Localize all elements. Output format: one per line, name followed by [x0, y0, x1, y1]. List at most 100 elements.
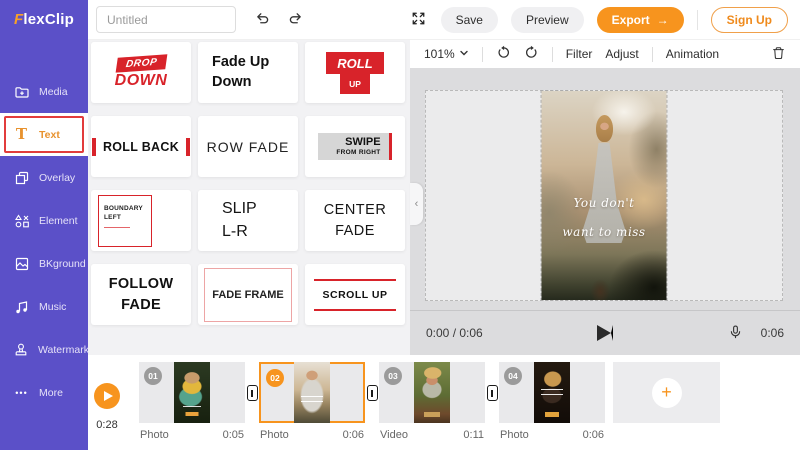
preview-panel: 101% Filter Adjust Animation You don't w… — [410, 40, 800, 355]
rotate-right-button[interactable] — [524, 45, 539, 63]
sidebar-item-element[interactable]: Element — [0, 199, 88, 242]
preset-boundary-left[interactable]: BOUNDARY LEFT — [91, 190, 191, 251]
project-title-input[interactable] — [96, 6, 236, 33]
stamp-icon — [13, 342, 29, 358]
clip-thumbnail — [294, 362, 330, 423]
redo-button[interactable] — [285, 8, 306, 32]
save-button[interactable]: Save — [440, 6, 498, 33]
slide-photo[interactable]: You don't want to miss — [540, 90, 668, 301]
tab-filter[interactable]: Filter — [566, 47, 593, 61]
transition-icon — [246, 385, 258, 401]
undo-button[interactable] — [252, 8, 273, 32]
clip-thumbnail — [534, 362, 570, 423]
preview-button[interactable]: Preview — [510, 6, 584, 33]
preset-label: DOWN — [114, 71, 168, 89]
preset-art: ROLL UP — [326, 51, 384, 94]
preset-label: Down — [212, 73, 252, 90]
preset-label: FADE — [335, 222, 375, 239]
panel-collapse-handle[interactable]: ‹ — [410, 183, 423, 225]
flexclip-logo-text: FlexClip — [14, 11, 74, 28]
sidebar-item-label: Media — [39, 85, 68, 98]
preset-scroll-up[interactable]: SCROLL UP — [305, 264, 405, 325]
preset-roll-back[interactable]: ROLL BACK — [91, 116, 191, 177]
preset-follow-fade[interactable]: FOLLOW FADE — [91, 264, 191, 325]
timeline-play-button[interactable] — [94, 383, 120, 409]
flexclip-logo[interactable]: FlexClip — [0, 0, 88, 40]
clip-meta: Video 0:11 — [379, 429, 485, 441]
timeline-clip-03[interactable]: 03 Video 0:11 — [379, 362, 485, 441]
clip-type-label: Photo — [500, 429, 529, 441]
sidebar-item-more[interactable]: ••• More — [0, 371, 88, 414]
sidebar: Media T Text Overlay Element BKground Music Wat… — [0, 40, 89, 450]
toolbar-divider — [551, 46, 553, 62]
sidebar-item-music[interactable]: Music — [0, 285, 88, 328]
total-duration: 0:28 — [96, 419, 118, 431]
arrow-right-icon: → — [656, 12, 669, 27]
preview-toolbar: 101% Filter Adjust Animation — [410, 40, 800, 68]
preset-label: ROW FADE — [206, 138, 290, 155]
chevron-left-icon: ‹ — [414, 198, 419, 210]
clip-thumbnail — [174, 362, 210, 423]
tab-adjust[interactable]: Adjust — [605, 47, 638, 61]
top-bar: FlexClip Save Preview Export → Sign Up — [0, 0, 800, 40]
sidebar-item-text[interactable]: T Text — [0, 113, 88, 156]
sidebar-item-label: Text — [39, 128, 60, 141]
undo-icon — [254, 10, 271, 30]
preset-drop-down[interactable]: DROP DOWN — [91, 42, 191, 103]
preset-label: SLIP L-R — [222, 198, 274, 243]
preset-label: SLIP — [222, 200, 257, 218]
timeline-clip-02[interactable]: 02 Photo 0:06 — [259, 362, 365, 441]
preset-row-fade[interactable]: ROW FADE — [198, 116, 298, 177]
microphone-icon — [728, 324, 743, 343]
clip-type-label: Photo — [260, 429, 289, 441]
slide-text-line1: You don't — [573, 196, 635, 210]
transition-button[interactable] — [485, 385, 499, 401]
transition-button[interactable] — [365, 385, 379, 401]
play-icon — [104, 391, 113, 401]
preset-label: ROLL BACK — [91, 137, 191, 156]
preset-fade-up-down[interactable]: Fade Up Down — [198, 42, 298, 103]
sidebar-item-watermark[interactable]: Watermark — [0, 328, 89, 371]
preset-center-fade[interactable]: CENTER FADE — [305, 190, 405, 251]
sidebar-item-overlay[interactable]: Overlay — [0, 156, 88, 199]
preset-label: Fade Up — [212, 53, 270, 70]
delete-button[interactable] — [771, 45, 786, 64]
play-button[interactable] — [597, 325, 613, 341]
transition-button[interactable] — [245, 385, 259, 401]
export-label: Export — [611, 12, 650, 27]
rotate-left-button[interactable] — [496, 45, 511, 63]
preset-label: BOUNDARY — [104, 204, 143, 212]
zoom-level-dropdown[interactable]: 101% — [424, 47, 469, 61]
voiceover-button[interactable] — [726, 322, 745, 345]
clip-thumbnail-card[interactable]: 02 — [259, 362, 365, 423]
sidebar-item-media[interactable]: Media — [0, 70, 88, 113]
clip-meta: Photo 0:06 — [499, 429, 605, 441]
export-button[interactable]: Export → — [596, 6, 684, 33]
background-icon — [13, 256, 30, 272]
fullscreen-button[interactable] — [409, 9, 428, 31]
clip-thumbnail-card[interactable]: 03 — [379, 362, 485, 423]
music-note-icon — [13, 299, 30, 315]
shapes-icon — [13, 213, 30, 229]
clip-number-badge: 03 — [384, 367, 402, 385]
clip-thumbnail-card[interactable]: 04 — [499, 362, 605, 423]
add-clip-button[interactable]: + — [613, 362, 720, 423]
timeline-clip-01[interactable]: 01 Photo 0:05 — [139, 362, 245, 441]
preset-slip-lr[interactable]: SLIP L-R — [198, 190, 298, 251]
topbar-divider — [696, 9, 698, 30]
preset-swipe-right[interactable]: SWIPE FROM RIGHT — [305, 116, 405, 177]
clip-meta: Photo 0:06 — [259, 429, 365, 441]
clip-thumbnail-card[interactable]: 01 — [139, 362, 245, 423]
sidebar-item-bkground[interactable]: BKground — [0, 242, 88, 285]
sidebar-item-label: Watermark — [38, 343, 89, 356]
clip-duration-label: 0:11 — [463, 429, 484, 441]
preset-fade-frame[interactable]: FADE FRAME — [198, 264, 298, 325]
sign-up-button[interactable]: Sign Up — [710, 6, 788, 33]
tab-animation[interactable]: Animation — [666, 47, 719, 61]
preset-art: BOUNDARY LEFT — [98, 194, 152, 247]
slide-text-overlay[interactable]: You don't want to miss — [542, 189, 667, 247]
toolbar-divider — [651, 46, 653, 62]
preset-roll-up[interactable]: ROLL UP — [305, 42, 405, 103]
preset-label: SWIPE — [345, 136, 381, 149]
timeline-clip-04[interactable]: 04 Photo 0:06 — [499, 362, 605, 441]
